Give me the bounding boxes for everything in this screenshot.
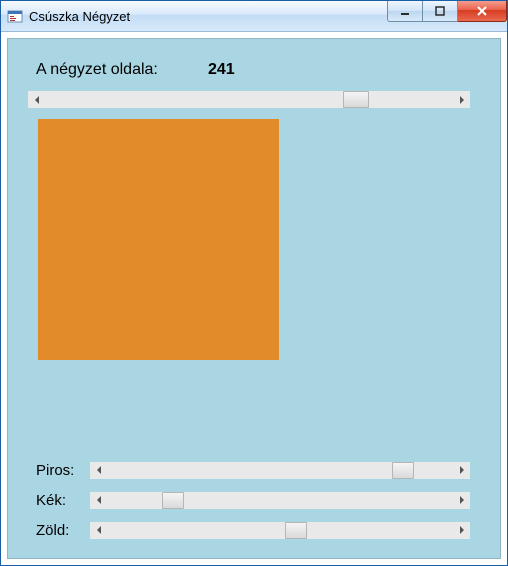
client-area: A négyzet oldala: 241 Piros: — [7, 38, 501, 559]
app-window: Csúszka Négyzet A négyzet oldala: 241 — [0, 0, 508, 566]
side-length-value: 241 — [208, 61, 235, 79]
chevron-left-icon[interactable] — [28, 91, 45, 108]
side-length-slider[interactable] — [28, 91, 470, 108]
red-row: Piros: — [36, 460, 470, 480]
chevron-left-icon[interactable] — [90, 462, 107, 479]
slider-thumb[interactable] — [285, 522, 307, 539]
blue-row: Kék: — [36, 490, 470, 510]
green-slider[interactable] — [90, 522, 470, 539]
window-buttons — [387, 1, 507, 31]
slider-thumb[interactable] — [162, 492, 184, 509]
close-button[interactable] — [458, 1, 507, 22]
slider-thumb[interactable] — [392, 462, 414, 479]
titlebar[interactable]: Csúszka Négyzet — [1, 1, 507, 32]
chevron-left-icon[interactable] — [90, 522, 107, 539]
slider-track[interactable] — [107, 522, 453, 539]
side-length-label: A négyzet oldala: — [36, 61, 158, 79]
blue-label: Kék: — [36, 492, 90, 509]
chevron-right-icon[interactable] — [453, 492, 470, 509]
blue-slider[interactable] — [90, 492, 470, 509]
slider-track[interactable] — [45, 91, 453, 108]
minimize-button[interactable] — [387, 1, 423, 22]
chevron-right-icon[interactable] — [453, 522, 470, 539]
chevron-left-icon[interactable] — [90, 492, 107, 509]
green-row: Zöld: — [36, 520, 470, 540]
window-title: Csúszka Négyzet — [29, 8, 130, 24]
chevron-right-icon[interactable] — [453, 462, 470, 479]
chevron-right-icon[interactable] — [453, 91, 470, 108]
red-slider[interactable] — [90, 462, 470, 479]
red-label: Piros: — [36, 462, 90, 479]
maximize-button[interactable] — [423, 1, 458, 22]
green-label: Zöld: — [36, 522, 90, 539]
slider-track[interactable] — [107, 492, 453, 509]
slider-thumb[interactable] — [343, 91, 369, 108]
slider-track[interactable] — [107, 462, 453, 479]
app-icon — [7, 8, 23, 24]
color-square — [38, 119, 279, 360]
